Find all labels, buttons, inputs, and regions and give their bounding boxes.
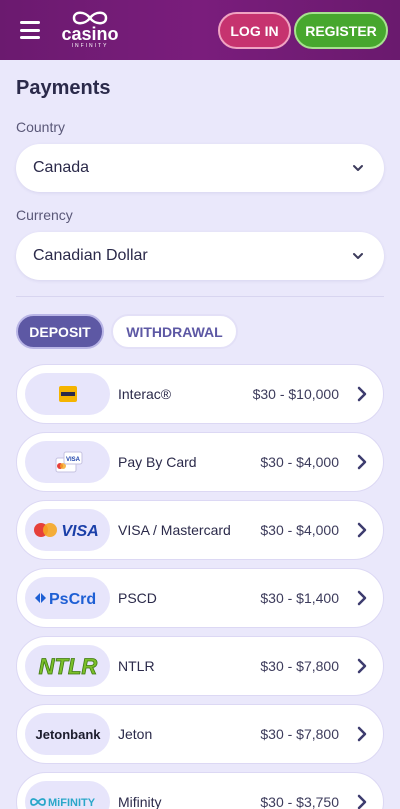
payment-row-pay-by-card[interactable]: VISA Pay By Card $30 - $4,000 [16,432,384,492]
payment-name: Jeton [118,726,153,742]
svg-text:MiFINITY: MiFINITY [48,797,96,809]
payment-range: $30 - $1,400 [260,590,339,606]
tab-deposit[interactable]: DEPOSIT [16,314,104,349]
mifinity-logo: MiFINITY [25,781,110,809]
payment-name: Mifinity [118,794,162,809]
svg-text:PsCrd: PsCrd [49,591,96,608]
logo-word: casino [61,24,119,44]
payment-range: $30 - $10,000 [252,386,339,402]
tab-withdrawal[interactable]: WITHDRAWAL [111,314,238,349]
divider [16,296,384,297]
payment-row-visa-mastercard[interactable]: VISA VISA / Mastercard $30 - $4,000 [16,500,384,560]
currency-value: Canadian Dollar [33,247,148,264]
svg-text:Jetonbank: Jetonbank [35,727,101,742]
register-button[interactable]: REGISTER [294,12,388,49]
ntlr-logo: NTLR [25,645,110,687]
payment-name: Interac® [118,386,172,402]
payment-name: PSCD [118,590,157,606]
currency-select[interactable]: Canadian Dollar [16,232,384,280]
chevron-right-icon [357,590,367,606]
jetonbank-logo: Jetonbank [25,713,110,755]
page-title: Payments [16,77,111,99]
payment-name: VISA / Mastercard [118,522,231,538]
payment-name: NTLR [118,658,155,674]
svg-text:NTLR: NTLR [38,654,97,678]
chevron-right-icon [357,386,367,402]
payment-row-pscd[interactable]: PsCrd PSCD $30 - $1,400 [16,568,384,628]
payment-row-ntlr[interactable]: NTLR NTLR $30 - $7,800 [16,636,384,696]
payment-range: $30 - $3,750 [260,794,339,809]
payment-row-interac[interactable]: Interac® $30 - $10,000 [16,364,384,424]
country-value: Canada [33,159,90,176]
casino-logo[interactable]: casino INFINITY [59,10,121,50]
country-label: Country [16,119,66,135]
payment-range: $30 - $4,000 [260,454,339,470]
card-logo: VISA [25,441,110,483]
payment-range: $30 - $4,000 [260,522,339,538]
svg-text:VISA: VISA [65,457,80,463]
chevron-right-icon [357,726,367,742]
chevron-right-icon [357,658,367,674]
chevron-right-icon [357,794,367,809]
chevron-right-icon [357,522,367,538]
top-bar: casino INFINITY LOG IN REGISTER [0,0,400,60]
payment-row-mifinity[interactable]: MiFINITY Mifinity $30 - $3,750 [16,772,384,809]
payment-range: $30 - $7,800 [260,658,339,674]
interac-logo [25,373,110,415]
currency-label: Currency [16,207,73,223]
chevron-down-icon [353,253,363,259]
menu-icon[interactable] [20,21,40,39]
country-select[interactable]: Canada [16,144,384,192]
pscd-logo: PsCrd [25,577,110,619]
payment-row-jeton[interactable]: Jetonbank Jeton $30 - $7,800 [16,704,384,764]
login-button[interactable]: LOG IN [218,12,291,49]
chevron-down-icon [353,165,363,171]
svg-text:VISA: VISA [61,523,98,540]
payment-range: $30 - $7,800 [260,726,339,742]
logo-subtitle: INFINITY [71,43,109,49]
chevron-right-icon [357,454,367,470]
visa-mastercard-logo: VISA [25,509,110,551]
payment-name: Pay By Card [118,454,197,470]
